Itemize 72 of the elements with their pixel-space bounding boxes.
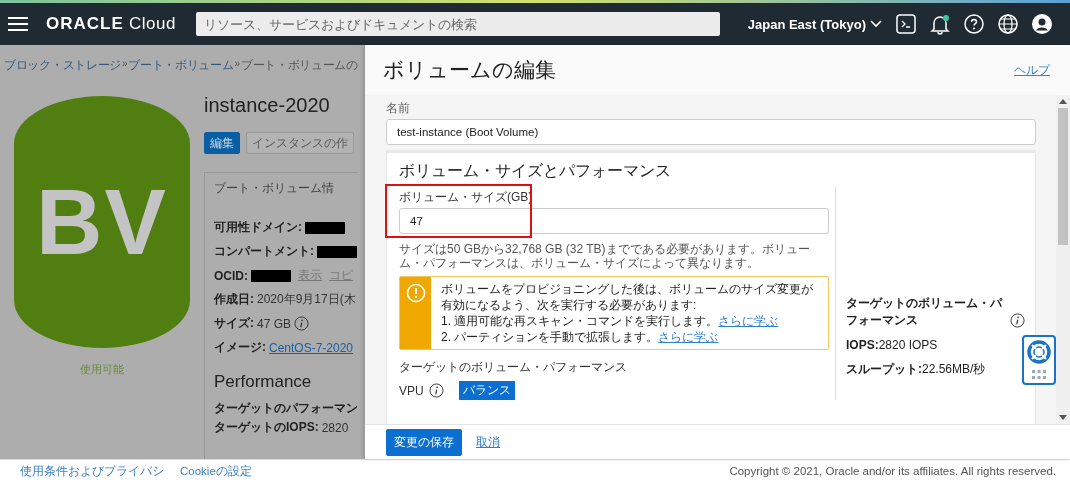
scroll-up-icon[interactable] — [1059, 98, 1067, 105]
info-icon[interactable] — [1010, 313, 1025, 329]
volume-tile: BV — [14, 96, 190, 349]
field-label: スループット: — [846, 362, 922, 377]
redaction-bar — [305, 221, 345, 234]
info-icon[interactable] — [294, 316, 310, 332]
menu-icon[interactable] — [8, 17, 28, 32]
section-heading: Performance — [214, 372, 313, 393]
chevron-down-icon[interactable] — [870, 20, 882, 29]
field-label: 可用性ドメイン: — [214, 219, 302, 237]
field-label: 作成日: — [214, 291, 254, 309]
search-field[interactable]: リソース、サービスおよびドキュメントの検索 — [195, 12, 720, 37]
field-value: 2820 IOPS — [878, 338, 938, 353]
save-button[interactable]: 変更の保存 — [386, 428, 462, 456]
page-title: instance-2020 — [204, 94, 331, 118]
field-label: OCID: — [214, 268, 248, 283]
globe-icon[interactable] — [998, 14, 1018, 35]
brand-logo[interactable]: ORACLE Cloud — [46, 14, 176, 35]
breadcrumb-separator: » — [234, 58, 240, 72]
field-label: コンパートメント: — [214, 243, 314, 261]
field-label: サイズ: — [214, 315, 254, 333]
info-icon[interactable] — [428, 383, 444, 399]
redaction-bar — [317, 245, 357, 258]
panel-title: ボリュームの編集 — [383, 57, 556, 84]
field-value: 47 GB — [257, 316, 292, 331]
hint-text: サイズは50 GBから32,768 GB (32 TB)までである必要があります。ボリューム・パフォーマンスは、ボリューム・サイズによって異なります。 — [399, 242, 811, 271]
field-label: 名前 — [386, 100, 411, 118]
field-label: VPU — [399, 383, 424, 398]
field-label: ターゲットのIOPS: — [214, 419, 319, 437]
step-text: 1. 適用可能な再スキャン・コマンドを実行します。 — [441, 314, 719, 329]
action-button[interactable]: インスタンスの作 — [246, 132, 354, 155]
card-title: ブート・ボリューム情 — [214, 180, 335, 198]
subheading: ターゲットのボリューム・パフォーマンス — [399, 359, 628, 377]
scrollbar[interactable] — [1056, 95, 1070, 425]
action-button[interactable]: 編集 — [204, 132, 240, 155]
breadcrumb-link[interactable]: ブート・ボリューム — [128, 58, 234, 74]
field-value: 22.56MB/秒 — [922, 362, 986, 377]
step-text: 2. パーティションを手動で拡張します。 — [441, 330, 659, 345]
field-label: ターゲットのパフォーマン — [214, 400, 358, 418]
learn-more-link[interactable]: さらに学ぶ — [658, 330, 719, 345]
redaction-bar — [251, 269, 291, 282]
footer-link[interactable]: Cookieの設定 — [180, 463, 252, 479]
bell-icon[interactable] — [930, 13, 950, 36]
terminal-icon[interactable] — [896, 14, 916, 35]
field-label: イメージ: — [214, 339, 266, 357]
footer-link[interactable]: 使用条件およびプライバシ — [20, 463, 164, 479]
image-link[interactable]: CentOS-7-2020 — [269, 340, 354, 355]
warning-text: ボリュームをプロビジョニングした後は、ボリュームのサイズ変更が有効になるよう、次を実行する必要があります: — [441, 281, 814, 314]
breadcrumb-link[interactable]: ブート・ボリュームの — [240, 58, 358, 74]
summary-heading: ターゲットのボリューム・パフォーマンス — [846, 295, 1004, 330]
name-field[interactable]: test-instance (Boot Volume) — [386, 119, 1036, 146]
section-title: ボリューム・サイズとパフォーマンス — [399, 161, 672, 182]
size-field[interactable]: 47 — [399, 208, 829, 235]
performance-tag[interactable]: バランス — [458, 381, 515, 401]
help-icon[interactable] — [964, 14, 984, 35]
status-text: 使用可能 — [80, 362, 124, 378]
breadcrumb-link[interactable]: ブロック・ストレージ — [4, 58, 121, 74]
field-value: 2820 — [321, 420, 349, 435]
user-icon[interactable] — [1032, 14, 1052, 35]
lifebuoy-icon[interactable] — [1027, 340, 1051, 365]
copyright-text: Copyright © 2021, Oracle and/or its affiliates. All rights reserved. — [729, 465, 1056, 478]
help-widget[interactable] — [1022, 335, 1056, 386]
breadcrumb-separator: » — [122, 58, 128, 72]
cancel-link[interactable]: 取消 — [476, 434, 500, 450]
region-selector[interactable]: Japan East (Tokyo) — [747, 16, 882, 32]
scroll-down-icon[interactable] — [1059, 415, 1067, 422]
learn-more-link[interactable]: さらに学ぶ — [718, 314, 779, 329]
field-label: IOPS: — [846, 338, 879, 353]
help-link[interactable]: ヘルプ — [1014, 61, 1050, 79]
field-value: 2020年9月17日(木 — [257, 291, 356, 309]
warning-icon — [405, 283, 426, 304]
scroll-thumb[interactable] — [1058, 108, 1068, 246]
